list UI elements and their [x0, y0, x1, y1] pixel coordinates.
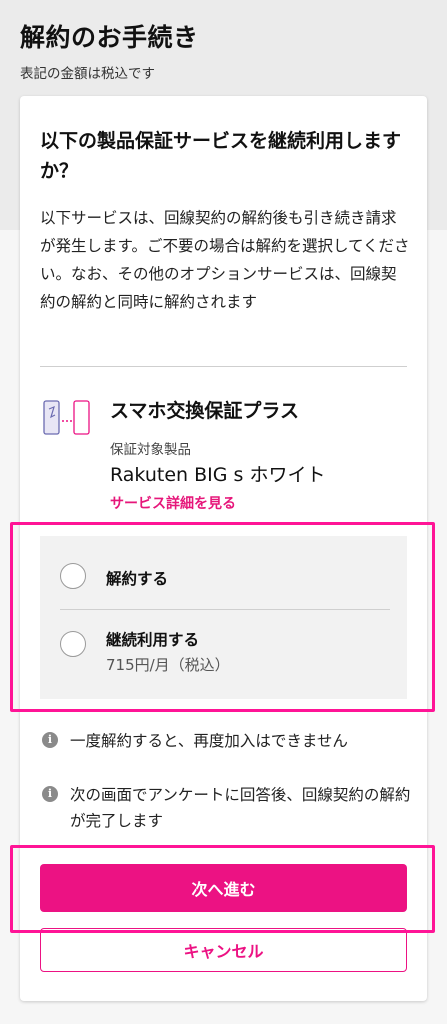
service-product: Rakuten BIG s ホワイト: [110, 464, 326, 486]
info-icon: i: [42, 732, 58, 748]
service-detail-link[interactable]: サービス詳細を見る: [110, 493, 236, 513]
page-subtitle: 表記の金額は税込です: [20, 66, 155, 82]
phone-exchange-icon: [43, 400, 90, 435]
service-name: スマホ交換保証プラス: [110, 400, 300, 422]
question-title: 以下の製品保証サービスを継続利用しますか？: [40, 130, 402, 182]
page-header: 解約のお手続き 表記の金額は税込です: [20, 18, 199, 82]
page-title: 解約のお手続き: [20, 23, 199, 52]
cancel-button[interactable]: キャンセル: [40, 928, 407, 972]
service-target-label: 保証対象製品: [110, 442, 191, 458]
note-no-rejoin: 一度解約すると、再度加入はできません: [70, 732, 348, 750]
section-divider: [40, 366, 407, 367]
info-icon: i: [42, 786, 58, 802]
note-survey: 次の画面でアンケートに回答後、回線契約の解約が完了します: [70, 786, 411, 830]
options-highlight-frame: [10, 522, 435, 712]
question-description: 以下サービスは、回線契約の解約後も引き続き請求が発生します。ご不要の場合は解約を…: [40, 209, 410, 311]
next-button-highlight-frame: [10, 845, 435, 933]
